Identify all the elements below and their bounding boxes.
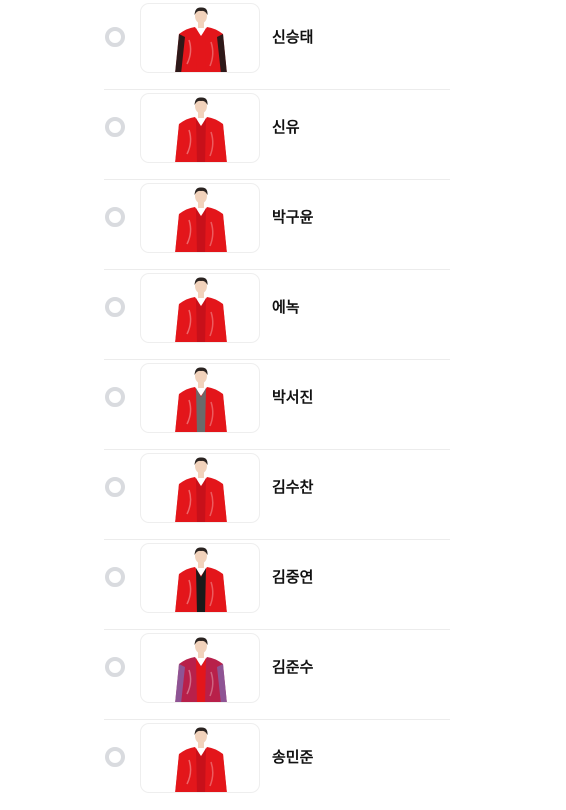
candidate-thumbnail[interactable] — [140, 183, 260, 253]
candidate-row[interactable]: 신유 — [104, 90, 450, 180]
candidate-thumbnail[interactable] — [140, 633, 260, 703]
candidate-name: 김중연 — [272, 568, 314, 586]
candidate-row[interactable]: 박서진 — [104, 360, 450, 450]
candidate-row[interactable]: 박구윤 — [104, 180, 450, 270]
candidate-name: 에녹 — [272, 298, 300, 316]
candidate-row[interactable]: 송민준 — [104, 720, 450, 810]
candidate-thumbnail[interactable] — [140, 273, 260, 343]
candidate-name: 김수찬 — [272, 478, 314, 496]
candidate-name: 송민준 — [272, 748, 314, 766]
candidate-radio[interactable] — [105, 747, 125, 767]
candidate-radio[interactable] — [105, 387, 125, 407]
candidate-radio[interactable] — [105, 297, 125, 317]
candidate-thumbnail[interactable] — [140, 93, 260, 163]
candidate-photo — [175, 457, 227, 522]
candidate-name: 박구윤 — [272, 208, 314, 226]
candidate-row[interactable]: 김수찬 — [104, 450, 450, 540]
candidate-radio[interactable] — [105, 117, 125, 137]
candidate-name: 김준수 — [272, 658, 314, 676]
candidate-list: 신승태 신유 박구윤 에녹 박서진 김수찬 김중연 김준수 송민준 — [104, 0, 450, 810]
candidate-thumbnail[interactable] — [140, 3, 260, 73]
candidate-row[interactable]: 신승태 — [104, 0, 450, 90]
candidate-photo — [175, 277, 227, 342]
candidate-radio[interactable] — [105, 657, 125, 677]
candidate-thumbnail[interactable] — [140, 723, 260, 793]
candidate-photo — [175, 727, 227, 792]
candidate-name: 신승태 — [272, 28, 314, 46]
candidate-radio[interactable] — [105, 207, 125, 227]
candidate-photo — [175, 187, 227, 252]
candidate-radio[interactable] — [105, 27, 125, 47]
candidate-name: 신유 — [272, 118, 300, 136]
candidate-row[interactable]: 김준수 — [104, 630, 450, 720]
candidate-radio[interactable] — [105, 567, 125, 587]
candidate-radio[interactable] — [105, 477, 125, 497]
candidate-photo — [175, 367, 227, 432]
candidate-thumbnail[interactable] — [140, 543, 260, 613]
candidate-row[interactable]: 에녹 — [104, 270, 450, 360]
candidate-photo — [175, 637, 227, 702]
candidate-photo — [175, 547, 227, 612]
candidate-thumbnail[interactable] — [140, 363, 260, 433]
candidate-thumbnail[interactable] — [140, 453, 260, 523]
candidate-name: 박서진 — [272, 388, 314, 406]
candidate-photo — [175, 7, 227, 72]
candidate-row[interactable]: 김중연 — [104, 540, 450, 630]
candidate-photo — [175, 97, 227, 162]
